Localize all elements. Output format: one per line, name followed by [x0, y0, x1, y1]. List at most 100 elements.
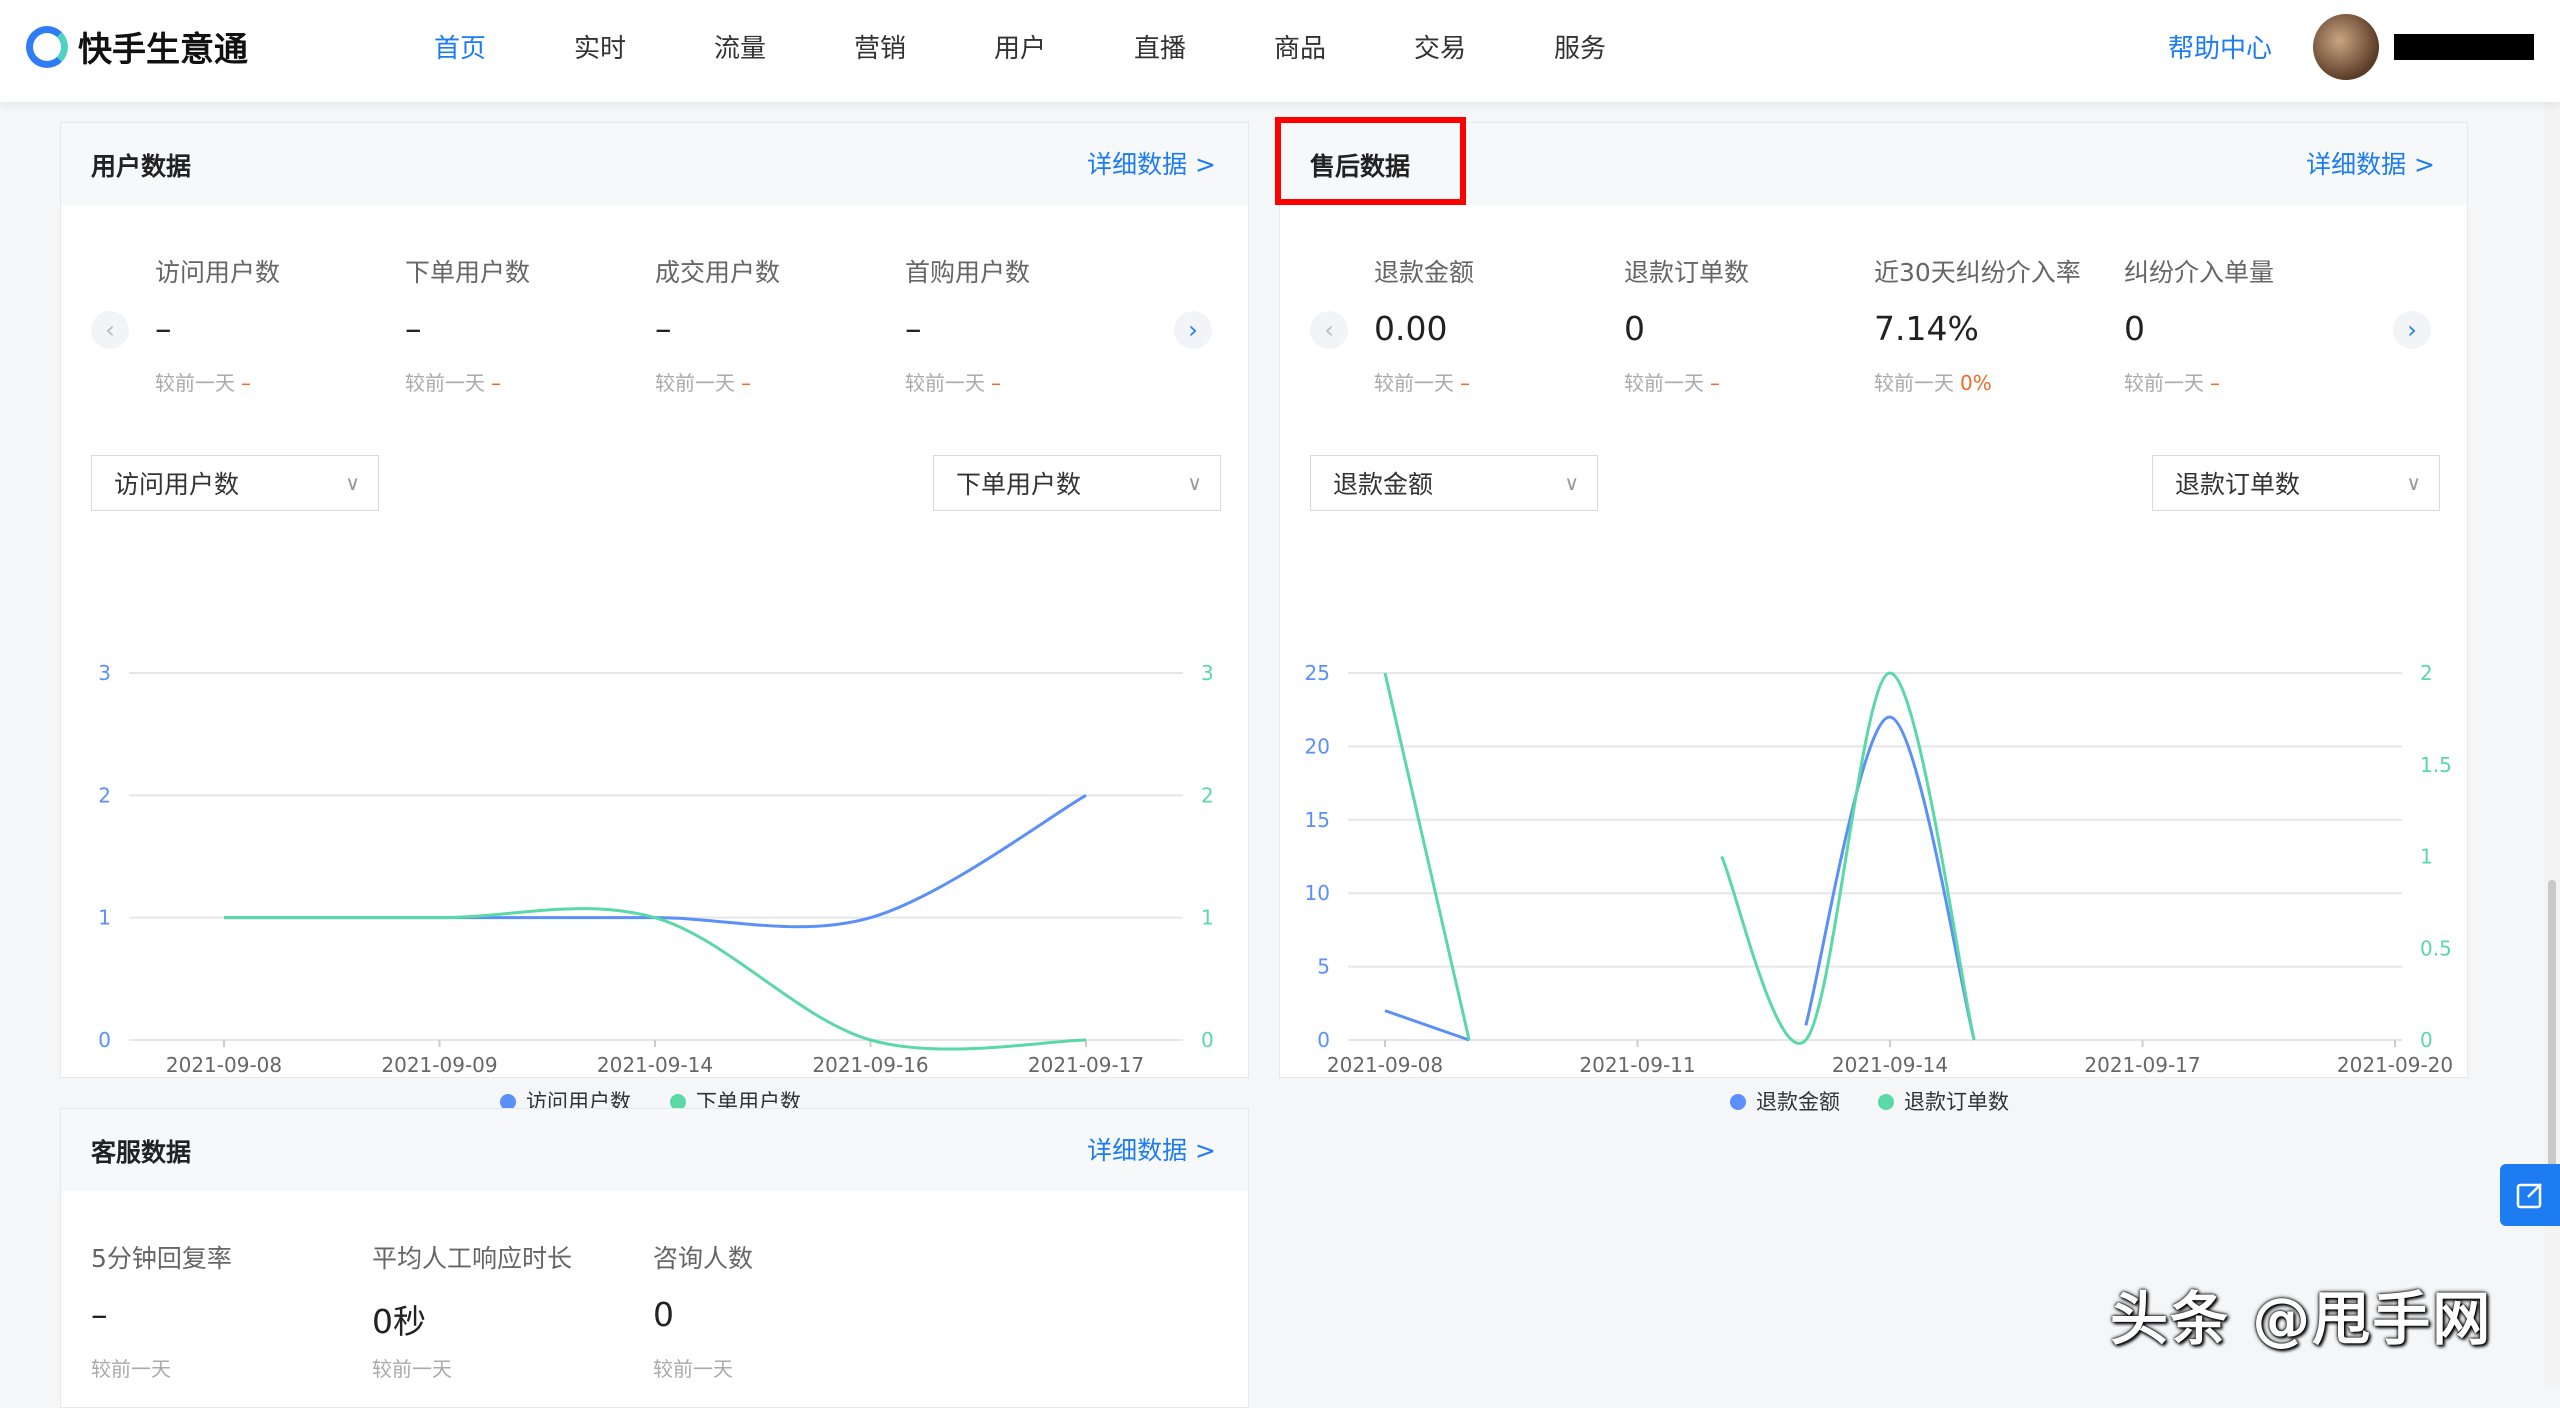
detail-data-link[interactable]: 详细数据 > [1087, 145, 1216, 181]
card-title: 客服数据 [91, 1138, 192, 1167]
right-metric-select[interactable]: 退款订单数 ∨ [2152, 455, 2440, 511]
legend-label: 退款订单数 [1904, 1090, 2009, 1114]
metric-response-time: 平均人工响应时长 0秒 较前一天 [372, 1239, 572, 1382]
edit-icon [2516, 1183, 2542, 1209]
metric-dispute-orders: 纠纷介入单量 0 较前一天 – [2124, 253, 2274, 396]
metric-compare: 较前一天 – [155, 371, 251, 395]
nav-item-traffic[interactable]: 流量 [670, 28, 810, 65]
detail-data-link[interactable]: 详细数据 > [2306, 145, 2435, 181]
legend-swatch [1730, 1094, 1746, 1110]
series-line-order-users [224, 907, 1087, 1051]
card-header: 客服数据 详细数据 > [61, 1109, 1248, 1191]
metric-compare: 较前一天 0% [1874, 371, 1992, 395]
right-tick-label: 2 [1201, 783, 1214, 807]
user-data-chart: 0 1 2 3 0 1 2 3 2021-09-08 2021-09-09 2021-09-14 20… [98, 661, 1214, 1114]
metric-label: 近30天纠纷介入率 [1874, 258, 2081, 287]
metric-compare: 较前一天 – [2124, 371, 2220, 395]
highlight-annotation-box [1275, 117, 1466, 205]
series-line-visitors [224, 794, 1087, 929]
chevron-down-icon: ∨ [1187, 471, 1202, 495]
metric-compare: 较前一天 [653, 1357, 733, 1381]
user-data-card: 用户数据 详细数据 > ‹ › 访问用户数 – 较前一天 – 下单用户数 – 较前… [60, 122, 1249, 1114]
chevron-down-icon: ∨ [1564, 471, 1579, 495]
x-tick-label: 2021-09-11 [1579, 1053, 1695, 1077]
metric-label: 平均人工响应时长 [372, 1244, 573, 1273]
watermark: 头条 @甩手网 [2110, 1285, 2493, 1353]
right-tick-label: 0.5 [2420, 936, 2452, 960]
next-arrow-button[interactable]: › [2393, 311, 2431, 349]
metric-value: – [91, 1295, 108, 1334]
feedback-edit-button[interactable] [2500, 1164, 2560, 1226]
series-line-refund-amount [1804, 715, 1976, 1041]
service-data-card: 客服数据 详细数据 > 5分钟回复率 – 较前一天 平均人工响应时长 0秒 较前… [60, 1108, 1249, 1408]
nav-item-trade[interactable]: 交易 [1370, 28, 1510, 65]
scrollbar-thumb[interactable] [2548, 880, 2556, 1200]
right-tick-label: 1 [1201, 906, 1214, 930]
metric-label: 退款订单数 [1624, 258, 1750, 287]
nav-item-marketing[interactable]: 营销 [810, 28, 950, 65]
logo-icon [26, 25, 68, 68]
help-center-link[interactable]: 帮助中心 [2168, 28, 2272, 65]
nav-item-users[interactable]: 用户 [950, 28, 1090, 65]
brand-name: 快手生意通 [78, 30, 248, 70]
metric-label: 5分钟回复率 [91, 1244, 232, 1273]
x-tick-label: 2021-09-14 [1832, 1053, 1948, 1077]
metric-compare: 较前一天 – [1624, 371, 1720, 395]
main-nav: 首页 实时 流量 营销 用户 直播 商品 交易 服务 [390, 28, 1650, 65]
metric-order-users: 下单用户数 – 较前一天 – [405, 253, 530, 396]
detail-data-link[interactable]: 详细数据 > [1087, 1131, 1216, 1167]
metric-value: 0 [1624, 309, 1645, 348]
metric-label: 成交用户数 [655, 258, 781, 287]
metric-visitors: 访问用户数 – 较前一天 – [155, 253, 280, 396]
chevron-left-icon: ‹ [105, 316, 115, 344]
right-metric-select[interactable]: 下单用户数 ∨ [933, 455, 1221, 511]
chevron-right-icon: › [1188, 316, 1198, 344]
nav-item-live[interactable]: 直播 [1090, 28, 1230, 65]
metric-first-buy-users: 首购用户数 – 较前一天 – [905, 253, 1030, 396]
avatar[interactable] [2313, 14, 2379, 80]
metric-refund-amount: 退款金额 0.00 较前一天 – [1374, 253, 1474, 396]
left-tick-label: 25 [1305, 661, 1330, 685]
card-header: 用户数据 详细数据 > [61, 123, 1248, 205]
metric-consult-count: 咨询人数 0 较前一天 [653, 1239, 753, 1382]
left-tick-label: 5 [1317, 955, 1330, 979]
metric-label: 下单用户数 [405, 258, 531, 287]
metric-label: 退款金额 [1374, 258, 1475, 287]
metric-deal-users: 成交用户数 – 较前一天 – [655, 253, 780, 396]
select-value: 下单用户数 [956, 470, 1082, 499]
legend-swatch [1878, 1094, 1894, 1110]
brand-logo[interactable]: 快手生意通 [26, 22, 248, 71]
chevron-down-icon: ∨ [2406, 471, 2421, 495]
prev-arrow-button[interactable]: ‹ [1310, 311, 1348, 349]
left-tick-label: 3 [98, 661, 111, 685]
next-arrow-button[interactable]: › [1174, 311, 1212, 349]
x-tick-label: 2021-09-14 [597, 1053, 713, 1077]
top-navigation-bar: 快手生意通 首页 实时 流量 营销 用户 直播 商品 交易 服务 帮助中心 [0, 0, 2560, 102]
x-tick-label: 2021-09-09 [381, 1053, 497, 1077]
left-metric-select[interactable]: 退款金额 ∨ [1310, 455, 1598, 511]
nav-item-products[interactable]: 商品 [1230, 28, 1370, 65]
metric-compare: 较前一天 – [905, 371, 1001, 395]
nav-item-service[interactable]: 服务 [1510, 28, 1650, 65]
x-tick-label: 2021-09-17 [2084, 1053, 2200, 1077]
metric-compare: 较前一天 – [655, 371, 751, 395]
x-tick-label: 2021-09-20 [2337, 1053, 2453, 1077]
username-redacted [2394, 34, 2534, 60]
prev-arrow-button[interactable]: ‹ [91, 311, 129, 349]
left-tick-label: 10 [1305, 881, 1330, 905]
nav-item-home[interactable]: 首页 [390, 28, 530, 65]
left-tick-label: 0 [98, 1028, 111, 1052]
metric-label: 纠纷介入单量 [2124, 258, 2275, 287]
select-value: 退款金额 [1333, 470, 1434, 499]
metric-value: – [155, 309, 172, 348]
after-sales-chart: 0 5 10 15 20 25 0 0.5 1 1.5 2 2021-09-08 2021-09-11 2… [1305, 661, 2454, 1114]
metric-value: 0.00 [1374, 309, 1448, 348]
nav-item-realtime[interactable]: 实时 [530, 28, 670, 65]
right-tick-label: 0 [1201, 1028, 1214, 1052]
legend-label: 退款金额 [1756, 1090, 1840, 1114]
left-metric-select[interactable]: 访问用户数 ∨ [91, 455, 379, 511]
left-tick-label: 0 [1317, 1028, 1330, 1052]
metric-refund-orders: 退款订单数 0 较前一天 – [1624, 253, 1749, 396]
select-value: 退款订单数 [2175, 470, 2301, 499]
x-tick-label: 2021-09-08 [1327, 1053, 1443, 1077]
